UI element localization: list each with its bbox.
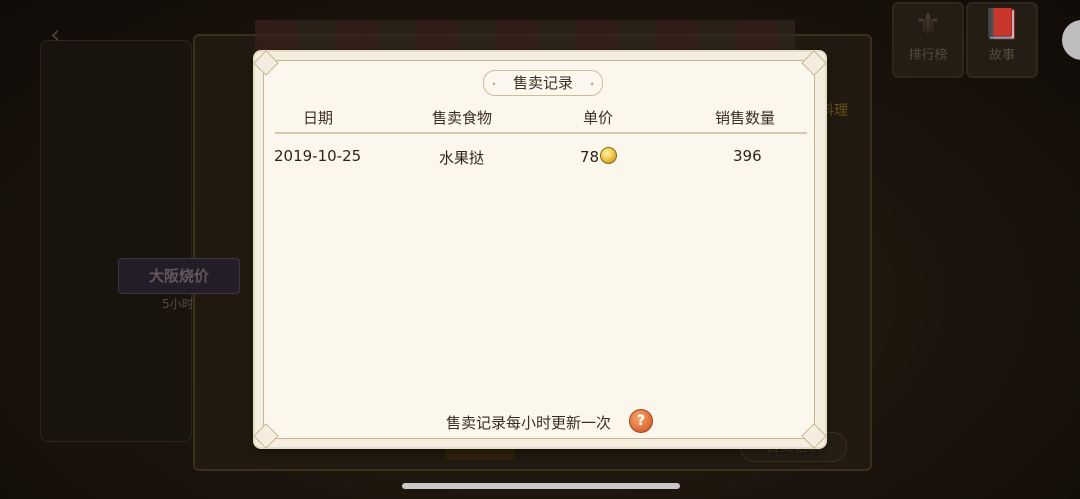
cell-date: 2019-10-25 — [274, 147, 362, 165]
home-indicator[interactable] — [402, 483, 680, 489]
column-header-quantity: 销售数量 — [715, 109, 776, 127]
header-divider — [275, 132, 807, 134]
question-mark-icon: ? — [636, 413, 646, 429]
price-value: 78 — [580, 148, 600, 166]
column-header-price: 单价 — [583, 109, 614, 127]
cell-food: 水果挞 — [439, 149, 485, 167]
gold-coin-icon — [600, 147, 618, 164]
dialog-title-banner: ᭼ 售卖记录 ᭼ — [483, 70, 603, 96]
update-note: 售卖记录每小时更新一次 — [446, 414, 612, 432]
column-header-date: 日期 — [303, 109, 334, 127]
column-header-food: 售卖食物 — [432, 109, 493, 127]
curl-right-icon: ᭼ — [588, 76, 596, 90]
dialog-title: 售卖记录 — [512, 74, 573, 92]
cell-price: 78 — [580, 147, 618, 166]
cell-quantity: 396 — [733, 147, 762, 165]
help-button[interactable]: ? — [629, 409, 653, 433]
